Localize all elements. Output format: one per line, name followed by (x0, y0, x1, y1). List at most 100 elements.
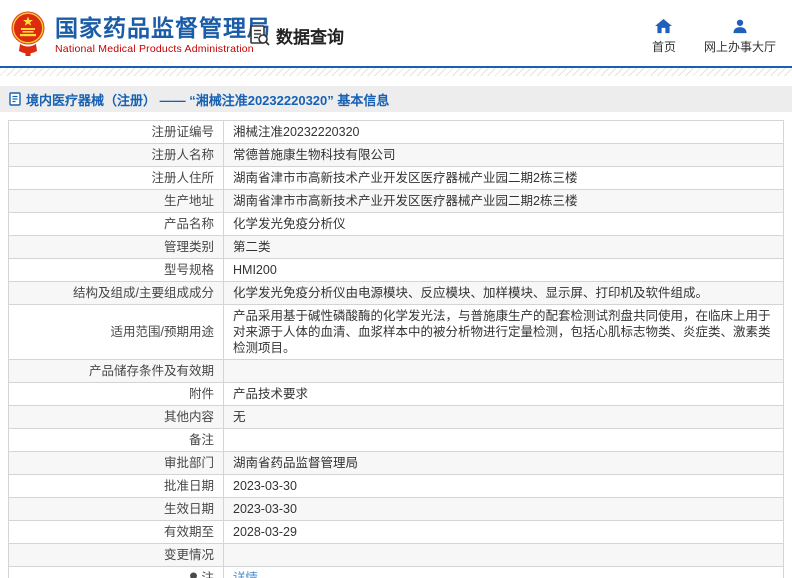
table-row: 适用范围/预期用途 产品采用基于碱性磷酸酶的化学发光法，与普施康生产的配套检测试剂… (8, 304, 784, 360)
table-row: 结构及组成/主要组成成分 化学发光免疫分析仪由电源模块、反应模块、加样模块、显示屏… (8, 281, 784, 305)
row-label-text: 审批部门 (163, 456, 214, 470)
row-label: 审批部门 (8, 451, 224, 475)
nav-item-label: 首页 (651, 40, 676, 54)
org-name-cn: 国家药品监督管理局 (55, 15, 271, 41)
nav-item-home[interactable]: 首页 (652, 19, 676, 55)
row-label-text: 批准日期 (163, 479, 214, 493)
header-hatch-strip (0, 68, 792, 76)
document-search-icon (250, 25, 270, 46)
table-row: 备注 (8, 428, 784, 452)
row-label-text: 产品储存条件及有效期 (88, 364, 214, 378)
registration-detail: 注册证编号 湘械注准20232220320 注册人名称 常德普施康生物科技有限公司 注册… (8, 120, 784, 578)
top-nav: 首页 网上办事大厅 (652, 19, 776, 55)
row-label: 生效日期 (8, 497, 224, 521)
row-label-text: 管理类别 (163, 240, 214, 254)
nav-item-label: 网上办事大厅 (703, 40, 776, 54)
row-value: 无 (223, 405, 784, 429)
row-value (223, 359, 784, 383)
row-label-text: 型号规格 (163, 263, 214, 277)
row-label: 管理类别 (8, 235, 224, 259)
org-names: 国家药品监督管理局 National Medical Products Admi… (55, 9, 271, 55)
detail-table-body: 注册证编号 湘械注准20232220320 注册人名称 常德普施康生物科技有限公司 注册… (8, 120, 784, 578)
row-value: 湖南省津市市高新技术产业开发区医疗器械产业园二期2栋三楼 (223, 189, 784, 213)
person-icon (733, 19, 747, 34)
nmpa-logo: 国家药品监督管理局 National Medical Products Admi… (10, 9, 271, 57)
row-value (223, 543, 784, 567)
table-row: 注册人住所 湖南省津市市高新技术产业开发区医疗器械产业园二期2栋三楼 (8, 166, 784, 190)
row-label: 适用范围/预期用途 (8, 304, 224, 360)
row-value: 常德普施康生物科技有限公司 (223, 143, 784, 167)
table-row: 注册证编号 湘械注准20232220320 (8, 120, 784, 144)
row-label-text: 适用范围/预期用途 (110, 325, 214, 339)
table-row: 产品名称 化学发光免疫分析仪 (8, 212, 784, 236)
home-icon (655, 19, 673, 34)
row-value: 化学发光免疫分析仪 (223, 212, 784, 236)
row-label: 型号规格 (8, 258, 224, 282)
row-value: 化学发光免疫分析仪由电源模块、反应模块、加样模块、显示屏、打印机及软件组成。 (223, 281, 784, 305)
table-row: 管理类别 第二类 (8, 235, 784, 259)
national-emblem-icon (11, 11, 45, 56)
data-query-label: 数据查询 (276, 28, 344, 47)
breadcrumb: 境内医疗器械（注册） —— “湘械注准20232220320” 基本信息 (0, 86, 792, 112)
details-link[interactable]: 详情 (233, 571, 258, 578)
row-label-text: 生产地址 (163, 194, 214, 208)
row-value: 详情 (223, 566, 784, 578)
breadcrumb-text: 境内医疗器械（注册） —— “湘械注准20232220320” 基本信息 (26, 92, 390, 108)
row-label-text: 有效期至 (163, 525, 214, 539)
row-value: 产品采用基于碱性磷酸酶的化学发光法，与普施康生产的配套检测试剂盘共同使用，在临床… (223, 304, 784, 360)
nav-item-service-hall[interactable]: 网上办事大厅 (704, 19, 776, 55)
row-label-text: 其他内容 (163, 410, 214, 424)
row-value: 湖南省津市市高新技术产业开发区医疗器械产业园二期2栋三楼 (223, 166, 784, 190)
table-row: 附件 产品技术要求 (8, 382, 784, 406)
row-label: 产品储存条件及有效期 (8, 359, 224, 383)
row-label: 批准日期 (8, 474, 224, 498)
table-row: 生效日期 2023-03-30 (8, 497, 784, 521)
row-label: 注册证编号 (8, 120, 224, 144)
row-label: 有效期至 (8, 520, 224, 544)
row-value: HMI200 (223, 258, 784, 282)
org-name-en: National Medical Products Administration (55, 43, 254, 55)
row-label-text: 变更情况 (163, 548, 214, 562)
row-label-text: 生效日期 (163, 502, 214, 516)
row-label-text: 结构及组成/主要组成成分 (73, 286, 214, 300)
row-label: 注 (8, 566, 224, 578)
table-row: 其他内容无 (8, 405, 784, 429)
row-label: 变更情况 (8, 543, 224, 567)
table-row: 有效期至 2028-03-29 (8, 520, 784, 544)
row-value: 2023-03-30 (223, 474, 784, 498)
table-row: 注册人名称 常德普施康生物科技有限公司 (8, 143, 784, 167)
row-label: 生产地址 (8, 189, 224, 213)
row-label-text: 注册人住所 (151, 171, 214, 185)
row-label-text: 产品名称 (163, 217, 214, 231)
table-row: 变更情况 (8, 543, 784, 567)
table-row: 型号规格 HMI200 (8, 258, 784, 282)
row-value: 2023-03-30 (223, 497, 784, 521)
table-row: 产品储存条件及有效期 (8, 359, 784, 383)
row-value: 第二类 (223, 235, 784, 259)
row-label-text: 备注 (188, 433, 214, 447)
row-label: 结构及组成/主要组成成分 (8, 281, 224, 305)
row-label-text: 注册证编号 (151, 125, 214, 139)
row-value (223, 428, 784, 452)
row-label: 附件 (8, 382, 224, 406)
row-label: 注册人名称 (8, 143, 224, 167)
document-icon (9, 92, 21, 106)
row-value: 湖南省药品监督管理局 (223, 451, 784, 475)
table-row: 生产地址 湖南省津市市高新技术产业开发区医疗器械产业园二期2栋三楼 (8, 189, 784, 213)
data-query-link[interactable]: 数据查询 (248, 23, 344, 48)
site-header: 国家药品监督管理局 National Medical Products Admi… (0, 0, 792, 68)
pin-icon (190, 572, 198, 578)
row-label: 产品名称 (8, 212, 224, 236)
row-label: 其他内容 (8, 405, 224, 429)
row-value: 产品技术要求 (223, 382, 784, 406)
table-row: 注 详情 (8, 566, 784, 578)
table-row: 审批部门 湖南省药品监督管理局 (8, 451, 784, 475)
row-label: 注册人住所 (8, 166, 224, 190)
detail-table: 注册证编号 湘械注准20232220320 注册人名称 常德普施康生物科技有限公司 注册… (8, 120, 784, 578)
row-label-text: 注 (201, 571, 214, 578)
row-value: 湘械注准20232220320 (223, 120, 784, 144)
row-label: 备注 (8, 428, 224, 452)
row-label-text: 注册人名称 (151, 148, 214, 162)
row-value: 2028-03-29 (223, 520, 784, 544)
row-label-text: 附件 (188, 387, 214, 401)
